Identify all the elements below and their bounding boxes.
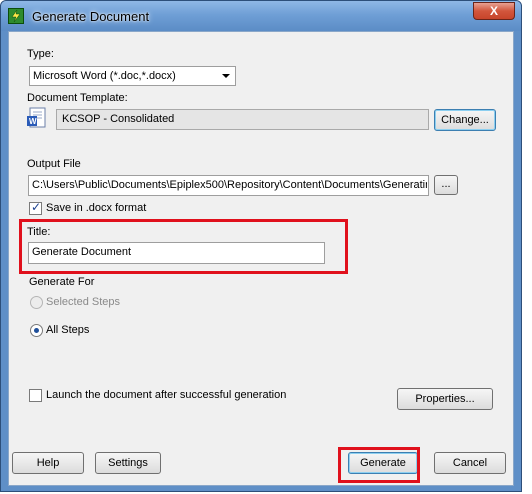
selected-steps-label: Selected Steps <box>46 296 120 308</box>
change-template-button[interactable]: Change... <box>434 109 496 131</box>
checkmark-icon: ✓ <box>31 200 42 214</box>
output-file-path-input[interactable]: C:\Users\Public\Documents\Epiplex500\Rep… <box>28 175 429 196</box>
properties-button[interactable]: Properties... <box>397 388 493 410</box>
dialog-body: Type: Microsoft Word (*.doc,*.docx) Docu… <box>8 31 514 486</box>
all-steps-radio[interactable] <box>30 324 43 337</box>
output-file-path-value: C:\Users\Public\Documents\Epiplex500\Rep… <box>32 179 427 191</box>
help-button[interactable]: Help <box>12 452 84 474</box>
window-title: Generate Document <box>32 9 150 24</box>
radio-selected-dot <box>34 328 39 333</box>
close-icon: X <box>489 4 498 18</box>
type-dropdown[interactable]: Microsoft Word (*.doc,*.docx) <box>29 66 236 86</box>
document-template-label: Document Template: <box>27 92 128 104</box>
all-steps-label: All Steps <box>46 324 90 336</box>
document-template-value: KCSOP - Consolidated <box>62 113 175 125</box>
chevron-down-icon <box>222 74 230 78</box>
launch-after-generation-checkbox[interactable] <box>29 389 42 402</box>
type-selected-value: Microsoft Word (*.doc,*.docx) <box>33 70 176 82</box>
title-bar[interactable]: Generate Document X <box>1 1 521 31</box>
launch-after-generation-label: Launch the document after successful gen… <box>46 389 287 401</box>
settings-button[interactable]: Settings <box>95 452 161 474</box>
cancel-button[interactable]: Cancel <box>434 452 506 474</box>
type-label: Type: <box>27 48 54 60</box>
generate-highlight-frame <box>338 447 420 483</box>
word-document-icon: W <box>26 107 48 129</box>
save-docx-label: Save in .docx format <box>46 202 147 214</box>
browse-output-button[interactable]: ... <box>434 175 458 195</box>
save-docx-checkbox[interactable]: ✓ <box>29 200 42 215</box>
generate-for-label: Generate For <box>29 276 95 288</box>
lightning-app-icon <box>8 8 24 24</box>
svg-text:W: W <box>29 117 37 126</box>
close-button[interactable]: X <box>473 2 515 20</box>
selected-steps-radio[interactable] <box>30 296 43 309</box>
output-file-label: Output File <box>27 158 81 170</box>
title-highlight-frame <box>19 219 348 274</box>
document-template-field: KCSOP - Consolidated <box>56 109 429 130</box>
generate-document-window: Generate Document X Type: Microsoft Word… <box>0 0 522 492</box>
